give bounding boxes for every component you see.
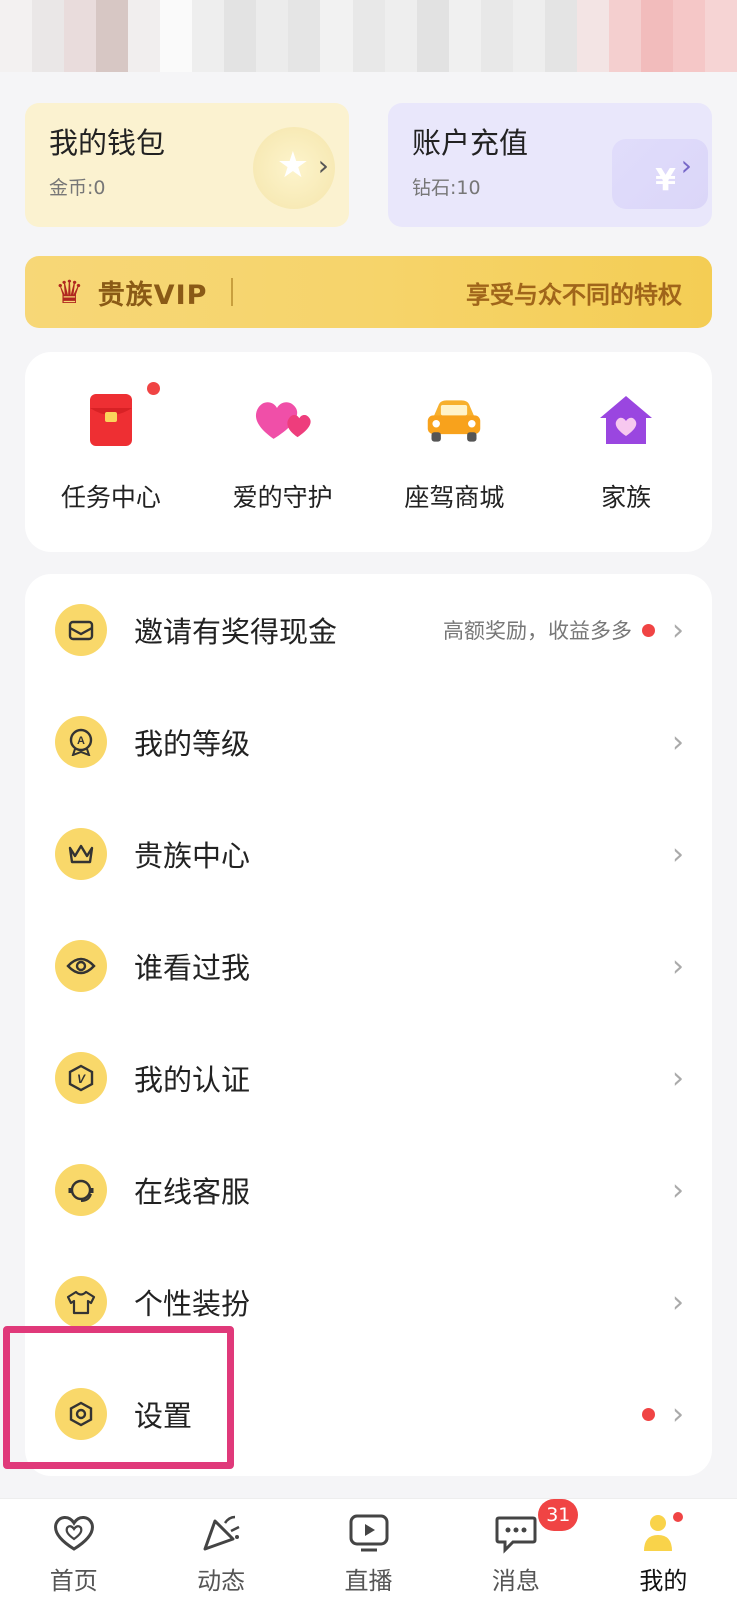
chevron-right-icon: › <box>672 612 684 648</box>
tab-home[interactable]: 首页 <box>0 1499 147 1600</box>
eye-icon <box>55 940 107 992</box>
chevron-right-icon: › <box>672 948 684 984</box>
menu-label: 我的等级 <box>134 727 251 761</box>
menu-list: 邀请有奖得现金 高额奖励，收益多多 › A 我的等级 › 贵族中心 › 谁看过我… <box>25 574 712 1476</box>
feature-label: 爱的守护 <box>232 483 333 512</box>
menu-item-visitors[interactable]: 谁看过我 › <box>25 910 712 1022</box>
profile-icon <box>640 1511 686 1555</box>
tab-label: 直播 <box>344 1567 393 1595</box>
svg-text:A: A <box>77 735 85 747</box>
tv-play-icon <box>346 1511 392 1555</box>
star-icon: ★ <box>276 145 309 186</box>
invite-icon <box>55 604 107 656</box>
car-icon <box>424 392 484 448</box>
feature-label: 座驾商城 <box>404 483 505 512</box>
notification-dot <box>642 1407 655 1421</box>
tab-mine[interactable]: 我的 <box>590 1499 737 1600</box>
vip-title: 贵族VIP <box>97 279 208 311</box>
house-icon <box>596 392 656 448</box>
headset-icon <box>55 1164 107 1216</box>
menu-item-settings[interactable]: 设置 › <box>25 1358 712 1470</box>
party-popper-icon <box>198 1511 244 1555</box>
chat-icon <box>493 1511 539 1555</box>
chevron-right-icon: › <box>672 836 684 872</box>
chevron-right-icon: › <box>672 1172 684 1208</box>
notification-dot <box>642 623 655 637</box>
feature-task-center[interactable]: 任务中心 <box>25 352 197 552</box>
blurred-profile-header <box>0 0 737 72</box>
tab-messages[interactable]: 31 消息 <box>442 1499 589 1600</box>
my-wallet-card[interactable]: ★ 我的钱包 金币:0 › <box>25 103 349 227</box>
menu-label: 贵族中心 <box>134 839 251 873</box>
vip-tagline: 享受与众不同的特权 <box>466 280 682 309</box>
unread-badge: 31 <box>538 1499 579 1531</box>
menu-label: 邀请有奖得现金 <box>134 615 338 649</box>
chevron-right-icon: › <box>672 1060 684 1096</box>
yen-icon: ¥ <box>655 163 676 198</box>
svg-text:V: V <box>77 1072 86 1086</box>
feature-family[interactable]: 家族 <box>540 352 712 552</box>
settings-icon <box>55 1388 107 1440</box>
tab-label: 首页 <box>49 1567 98 1595</box>
menu-item-level[interactable]: A 我的等级 › <box>25 686 712 798</box>
feature-label: 任务中心 <box>60 483 161 512</box>
tab-live[interactable]: 直播 <box>295 1499 442 1600</box>
menu-item-dress-up[interactable]: 个性装扮 › <box>25 1246 712 1358</box>
vip-divider <box>231 278 234 306</box>
menu-label: 谁看过我 <box>134 951 251 985</box>
chevron-right-icon: › <box>672 1396 684 1432</box>
menu-item-verification[interactable]: V 我的认证 › <box>25 1022 712 1134</box>
verify-icon: V <box>55 1052 107 1104</box>
invite-hint: 高额奖励，收益多多 <box>443 619 632 643</box>
chevron-right-icon: › <box>672 724 684 760</box>
chevron-right-icon: › <box>672 1284 684 1320</box>
chevron-right-icon: › <box>317 149 329 182</box>
menu-item-customer-service[interactable]: 在线客服 › <box>25 1134 712 1246</box>
heart-icon <box>51 1511 97 1555</box>
tab-label: 动态 <box>197 1567 246 1595</box>
hearts-icon <box>253 392 313 448</box>
level-badge-icon: A <box>55 716 107 768</box>
feature-label: 家族 <box>601 483 652 512</box>
feature-love-guard[interactable]: 爱的守护 <box>197 352 369 552</box>
notification-dot <box>147 382 160 395</box>
feature-grid: 任务中心 爱的守护 座驾商城 家族 <box>25 352 712 552</box>
red-envelope-icon <box>81 392 141 448</box>
menu-label: 在线客服 <box>134 1175 251 1209</box>
menu-label: 我的认证 <box>134 1063 251 1097</box>
tab-label: 我的 <box>639 1567 688 1595</box>
crown-icon <box>55 828 107 880</box>
bottom-tab-bar: 首页 动态 直播 31 消息 我的 <box>0 1498 737 1600</box>
crown-icon: ♛ <box>55 273 84 311</box>
account-recharge-card[interactable]: ¥ 账户充值 钻石:10 › <box>388 103 712 227</box>
feature-car-mall[interactable]: 座驾商城 <box>369 352 541 552</box>
shirt-icon <box>55 1276 107 1328</box>
menu-item-noble-center[interactable]: 贵族中心 › <box>25 798 712 910</box>
menu-label: 个性装扮 <box>134 1287 251 1321</box>
tab-moments[interactable]: 动态 <box>147 1499 294 1600</box>
menu-item-invite[interactable]: 邀请有奖得现金 高额奖励，收益多多 › <box>25 574 712 686</box>
vip-banner[interactable]: ♛ 贵族VIP 享受与众不同的特权 <box>25 256 712 328</box>
tab-label: 消息 <box>491 1567 540 1595</box>
menu-label: 设置 <box>134 1399 193 1433</box>
chevron-right-icon: › <box>680 149 692 182</box>
